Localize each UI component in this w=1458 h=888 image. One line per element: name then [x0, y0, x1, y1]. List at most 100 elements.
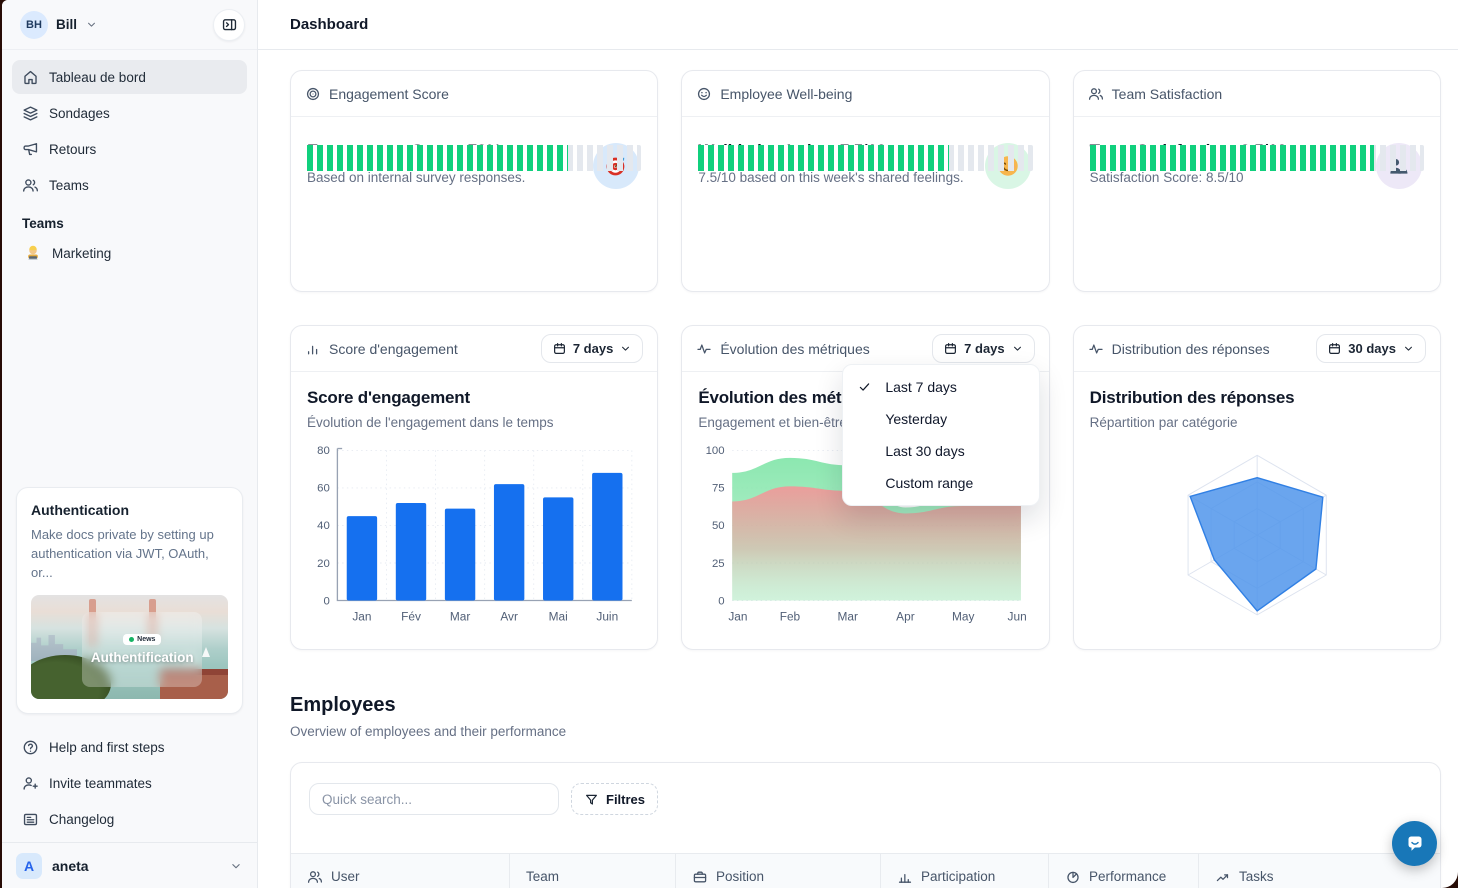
date-range-button[interactable]: 30 days [1316, 334, 1426, 363]
chevron-down-icon [1402, 342, 1415, 355]
sidebar-item-label: Retours [49, 142, 96, 157]
sailboat-shape [202, 647, 210, 657]
trending-up-icon [1215, 869, 1231, 885]
svg-text:Mar: Mar [450, 609, 470, 623]
user-plus-icon [22, 775, 39, 792]
workspace-switcher[interactable]: A aneta [2, 842, 257, 888]
activity-icon [696, 341, 712, 357]
user-menu[interactable]: BH Bill [14, 7, 104, 43]
promo-glass-overlay: News Authentification [82, 612, 202, 687]
briefcase-icon [692, 869, 708, 885]
layers-icon [22, 105, 39, 122]
filters-button[interactable]: Filtres [571, 783, 658, 815]
svg-text:100: 100 [706, 445, 725, 457]
menu-item-last-7-days[interactable]: Last 7 days [843, 371, 1039, 403]
search-input[interactable] [309, 783, 559, 815]
chat-bubble-icon [1403, 832, 1427, 856]
sidebar-item-invite[interactable]: Invite teammates [12, 766, 247, 800]
sidebar-collapse-button[interactable] [213, 9, 245, 41]
card-header: Employee Well-being [696, 86, 852, 102]
date-range-button[interactable]: 7 days [932, 334, 1034, 363]
chevron-down-icon [619, 342, 632, 355]
news-dot-icon [129, 637, 134, 642]
sidebar-item-feedback[interactable]: Retours [12, 132, 247, 166]
chart-card-responses-distribution: Distribution des réponses 30 days Distri… [1073, 325, 1441, 650]
svg-text:Fév: Fév [401, 609, 421, 623]
funnel-icon [584, 792, 599, 807]
chevron-down-icon [1011, 342, 1024, 355]
workspace-name: aneta [52, 858, 219, 874]
changelog-icon [22, 811, 39, 828]
content: Engagement Score Engagement Score: 78% B… [258, 50, 1458, 888]
progress-bar [1090, 145, 1424, 171]
charts-row: Score d'engagement 7 days Score d'engage… [290, 325, 1441, 650]
svg-text:Apr: Apr [897, 609, 916, 623]
column-header-position[interactable]: Position [675, 854, 880, 888]
column-chart-icon [897, 869, 913, 885]
column-header-user[interactable]: User [291, 854, 509, 888]
engagement-bar-chart: 020406080JanFévMarAvrMaiJuin [307, 436, 641, 637]
avatar: BH [20, 11, 48, 39]
svg-text:Juin: Juin [596, 609, 618, 623]
sidebar-item-label: Invite teammates [49, 776, 152, 791]
check-icon [857, 380, 872, 395]
promo-description: Make docs private by setting up authenti… [31, 526, 228, 583]
menu-item-custom-range[interactable]: Custom range [843, 467, 1039, 499]
stat-card-engagement: Engagement Score Engagement Score: 78% B… [290, 70, 658, 292]
progress-bar [698, 145, 1032, 171]
svg-text:0: 0 [719, 595, 725, 607]
help-circle-icon [22, 739, 39, 756]
column-header-participation[interactable]: Participation [880, 854, 1048, 888]
date-range-menu: Last 7 days Yesterday Last 30 days Custo… [842, 364, 1040, 506]
svg-text:80: 80 [317, 445, 330, 457]
promo-title: Authentication [31, 502, 228, 518]
promo-card-authentication[interactable]: Authentication Make docs private by sett… [16, 487, 243, 714]
card-header: Engagement Score [305, 86, 449, 102]
date-range-button[interactable]: 7 days [541, 334, 643, 363]
panel-collapse-icon [221, 16, 238, 33]
chat-widget-button[interactable] [1392, 821, 1437, 866]
sidebar-item-changelog[interactable]: Changelog [12, 802, 247, 836]
stat-card-wellbeing: Employee Well-being Well-being Index: 7.… [681, 70, 1049, 292]
svg-text:Jun: Jun [1008, 609, 1027, 623]
team-label: Marketing [52, 246, 111, 261]
page-title: Dashboard [290, 16, 368, 33]
employees-section: Employees Overview of employees and thei… [290, 694, 1441, 888]
menu-item-last-30-days[interactable]: Last 30 days [843, 435, 1039, 467]
employees-table-card: Filtres User Team Position [290, 762, 1441, 888]
sidebar-item-surveys[interactable]: Sondages [12, 96, 247, 130]
promo-image: News Authentification [31, 595, 228, 699]
column-header-performance[interactable]: Performance [1048, 854, 1198, 888]
progress-bar [307, 145, 641, 171]
svg-text:May: May [952, 609, 974, 623]
sidebar-item-help[interactable]: Help and first steps [12, 730, 247, 764]
card-header: Team Satisfaction [1088, 86, 1223, 102]
chevron-down-icon [85, 18, 98, 31]
sidebar-item-label: Sondages [49, 106, 110, 121]
user-name: Bill [56, 17, 77, 32]
sidebar-item-marketing[interactable]: Marketing [12, 235, 247, 271]
svg-text:Feb: Feb [780, 609, 801, 623]
sidebar-item-teams[interactable]: Teams [12, 168, 247, 202]
stats-row: Engagement Score Engagement Score: 78% B… [290, 70, 1441, 292]
employees-subtitle: Overview of employees and their performa… [290, 724, 1441, 739]
svg-text:0: 0 [323, 595, 329, 607]
users-icon [1088, 86, 1104, 102]
svg-text:20: 20 [317, 558, 330, 570]
chart-title: Score d'engagement [307, 388, 641, 408]
activity-icon [1088, 341, 1104, 357]
technologist-emoji-icon [24, 244, 42, 262]
sidebar-footer-nav: Help and first steps Invite teammates Ch… [2, 724, 257, 842]
sidebar-item-label: Help and first steps [49, 740, 165, 755]
users-icon [307, 869, 323, 885]
sidebar-item-dashboard[interactable]: Tableau de bord [12, 60, 247, 94]
column-header-team[interactable]: Team [509, 854, 675, 888]
smiley-icon [696, 86, 712, 102]
responses-radar-chart [1090, 436, 1424, 643]
svg-text:25: 25 [712, 558, 725, 570]
sidebar: BH Bill Tableau de bord Sondages Retours [2, 0, 258, 888]
menu-item-yesterday[interactable]: Yesterday [843, 403, 1039, 435]
svg-text:75: 75 [712, 483, 725, 495]
chevron-down-icon [229, 859, 243, 873]
svg-text:Jan: Jan [729, 609, 748, 623]
